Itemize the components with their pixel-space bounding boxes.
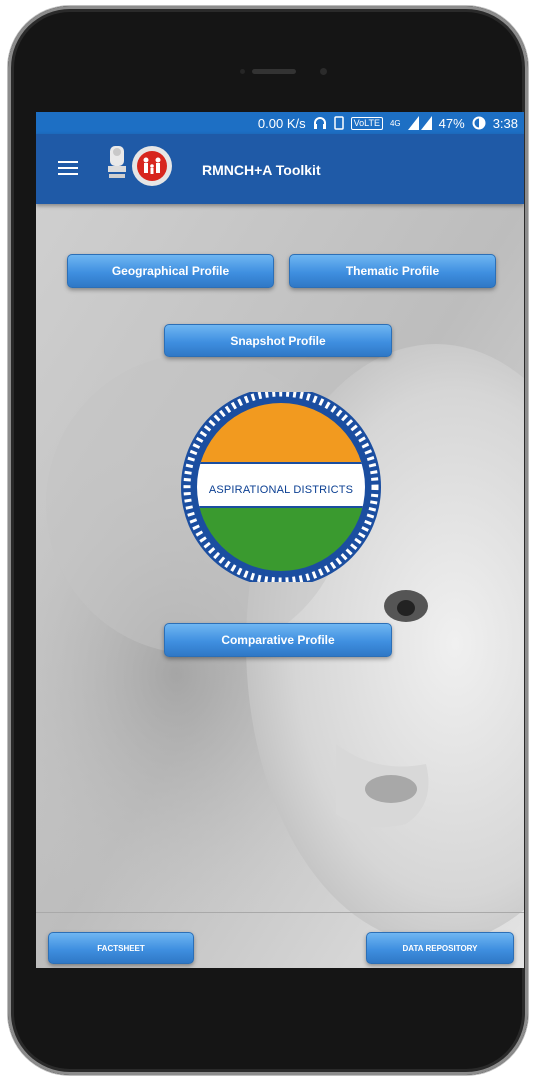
thematic-profile-button[interactable]: Thematic Profile: [289, 254, 496, 288]
clock: 3:38: [492, 115, 518, 131]
headset-icon: [313, 116, 327, 130]
comparative-profile-button[interactable]: Comparative Profile: [164, 623, 392, 657]
network-type: 4G: [389, 118, 401, 128]
badge-label: ASPIRATIONAL DISTRICTS: [208, 484, 354, 496]
phone-camera: [320, 68, 327, 75]
factsheet-button[interactable]: FACTSHEET: [48, 932, 194, 964]
snapshot-profile-button[interactable]: Snapshot Profile: [164, 324, 392, 357]
app-bar: RMNCH+A Toolkit: [36, 134, 524, 204]
nhm-logo-icon: [132, 146, 172, 186]
footer-divider: [36, 912, 524, 913]
phone-icon: [333, 116, 344, 130]
data-repository-button[interactable]: DATA REPOSITORY: [366, 932, 514, 964]
menu-icon[interactable]: [58, 160, 78, 176]
app-title: RMNCH+A Toolkit: [202, 162, 321, 178]
app-screen: 0.00 K/s VoLTE 4G 47% 3:38 RMNCH+A Toolk…: [36, 112, 524, 968]
battery-level: 47%: [438, 115, 465, 131]
national-emblem-icon: [108, 146, 126, 178]
background-photo: [36, 204, 524, 968]
geographical-profile-button[interactable]: Geographical Profile: [67, 254, 274, 288]
network-speed: 0.00 K/s: [257, 115, 306, 131]
volte-badge: VoLTE: [350, 116, 383, 130]
signal-icon: [407, 116, 432, 130]
status-bar: 0.00 K/s VoLTE 4G 47% 3:38: [36, 112, 524, 134]
battery-icon: [472, 116, 486, 130]
phone-sensor: [240, 69, 245, 74]
phone-speaker: [252, 69, 296, 74]
